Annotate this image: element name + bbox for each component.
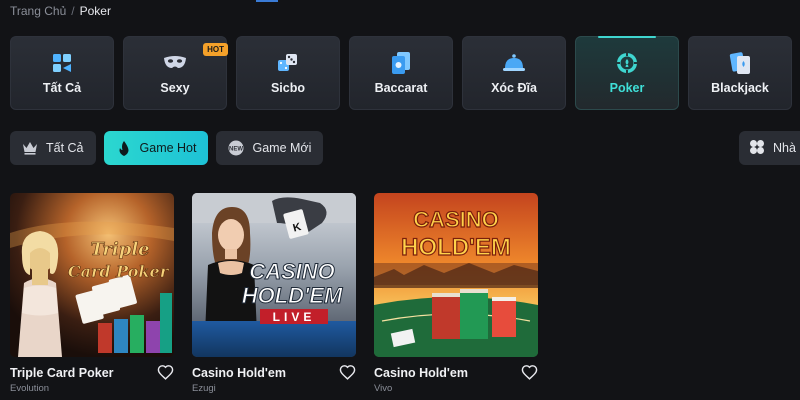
filter-game-new[interactable]: NEW Game Mới: [216, 131, 324, 165]
grid-arrows-icon: [50, 51, 74, 75]
game-card[interactable]: Triple Card Poker Triple Card Poker Evol…: [10, 193, 174, 394]
mask-icon: [163, 51, 187, 75]
game-art-title-line2: HOLD'EM: [401, 234, 511, 261]
game-grid: Triple Card Poker Triple Card Poker Evol…: [10, 193, 538, 394]
heart-icon[interactable]: [339, 364, 356, 381]
category-label: Sexy: [160, 81, 190, 95]
game-provider: Evolution: [10, 383, 50, 394]
four-petal-icon: [749, 139, 765, 158]
heart-icon[interactable]: [521, 364, 538, 381]
breadcrumb-home-link[interactable]: Trang Chủ: [10, 4, 66, 18]
game-title: Casino Hold'em: [374, 365, 468, 380]
category-label: Xóc Đĩa: [491, 81, 537, 95]
game-art-title-line1: Triple: [90, 239, 149, 260]
blackjack-cards-icon: [728, 51, 752, 75]
category-label: Tất Cả: [42, 81, 82, 95]
flame-icon: [116, 140, 132, 156]
category-baccarat[interactable]: Baccarat: [349, 36, 453, 110]
game-thumbnail[interactable]: Triple Card Poker: [10, 193, 174, 357]
top-indicator: [256, 0, 278, 2]
game-thumbnail[interactable]: CASINO HOLD'EM: [374, 193, 538, 357]
category-sexy[interactable]: HOT Sexy: [123, 36, 228, 110]
game-art-title-line2: HOLD'EM: [242, 283, 343, 308]
game-title: Casino Hold'em: [192, 365, 286, 380]
filter-all[interactable]: Tất Cả: [10, 131, 96, 165]
breadcrumb: Trang Chủ / Poker: [10, 4, 111, 18]
game-card[interactable]: K CASINO HOLD'EM LIVE Casino Hold'em Ezu…: [192, 193, 356, 394]
breadcrumb-current: Poker: [79, 4, 111, 18]
game-art-title-line1: CASINO: [249, 259, 335, 284]
breadcrumb-separator: /: [71, 4, 75, 18]
poker-chip-icon: [615, 51, 639, 75]
provider-filter-label: Nhà: [773, 141, 796, 155]
game-art-live-label: LIVE: [273, 310, 316, 324]
filter-bar: Tất Cả Game Hot NEW Game Mới: [10, 131, 324, 165]
category-label: Sicbo: [270, 81, 306, 95]
filter-label: Game Hot: [139, 141, 197, 155]
category-sicbo[interactable]: Sicbo: [236, 36, 340, 110]
category-label: Blackjack: [711, 81, 769, 95]
category-all[interactable]: Tất Cả: [10, 36, 114, 110]
new-icon: NEW: [228, 140, 244, 156]
category-blackjack[interactable]: Blackjack: [688, 36, 792, 110]
filter-game-hot[interactable]: Game Hot: [103, 131, 209, 165]
heart-icon[interactable]: [157, 364, 174, 381]
dice-icon: [276, 51, 300, 75]
provider-filter-button[interactable]: Nhà: [739, 131, 800, 165]
game-provider: Vivo: [374, 383, 393, 394]
game-art-title-line1: CASINO: [413, 207, 499, 232]
filter-label: Tất Cả: [46, 141, 84, 155]
category-xoc-dia[interactable]: Xóc Đĩa: [462, 36, 566, 110]
cloche-icon: [502, 51, 526, 75]
svg-text:NEW: NEW: [229, 147, 243, 153]
game-thumbnail[interactable]: K CASINO HOLD'EM LIVE: [192, 193, 356, 357]
game-art-title-line2: Card Poker: [68, 262, 170, 281]
category-label: Poker: [609, 81, 645, 95]
filter-label: Game Mới: [252, 141, 312, 155]
card-icon: [389, 51, 413, 75]
game-title: Triple Card Poker: [10, 365, 114, 380]
game-provider: Ezugi: [192, 383, 216, 394]
hot-badge: HOT: [203, 43, 228, 56]
category-bar: Tất Cả HOT Sexy Sicbo Baccarat Xóc Đĩa P…: [10, 36, 800, 110]
game-card[interactable]: CASINO HOLD'EM Casino Hold'em Vivo: [374, 193, 538, 394]
category-poker[interactable]: Poker: [575, 36, 679, 110]
category-label: Baccarat: [374, 81, 428, 95]
crown-icon: [22, 140, 38, 156]
